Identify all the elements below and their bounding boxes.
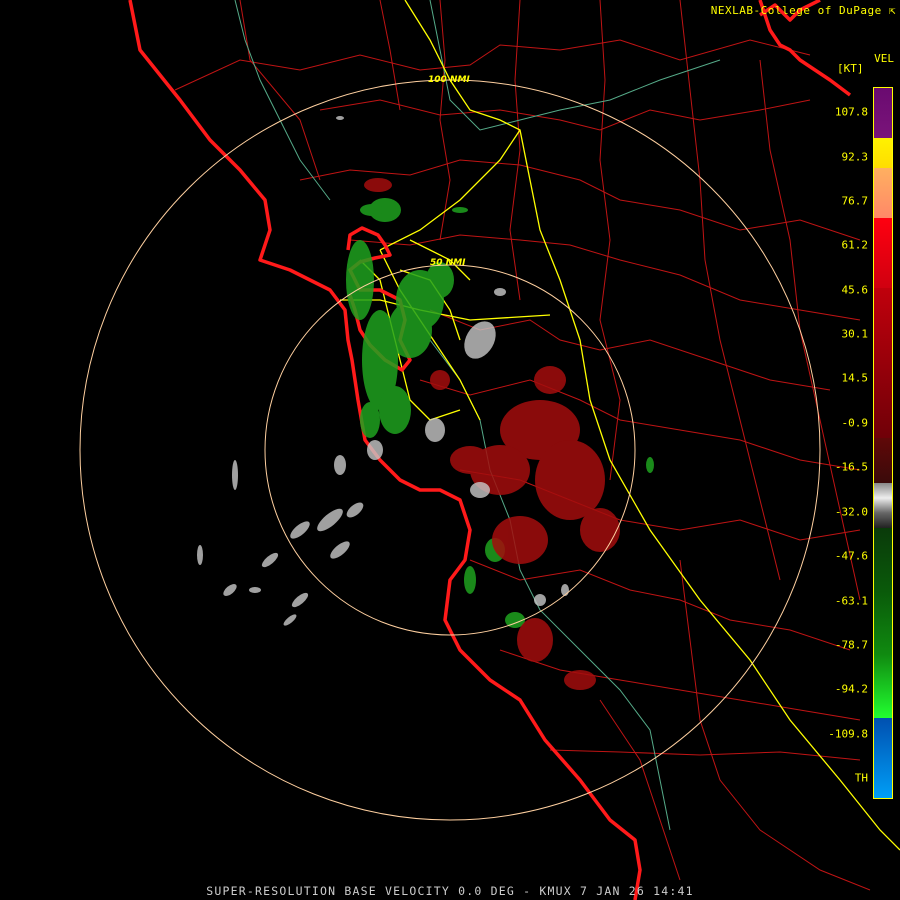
scale-label: -0.9 bbox=[841, 416, 869, 430]
scale-label: -16.5 bbox=[834, 460, 868, 474]
scale-label: 61.2 bbox=[841, 238, 869, 252]
scale-label: 14.5 bbox=[841, 371, 869, 385]
scale-label: -47.6 bbox=[834, 549, 868, 563]
scale-label: 45.6 bbox=[841, 283, 869, 297]
legend-variable: VEL bbox=[874, 52, 894, 65]
map-background bbox=[0, 0, 900, 900]
scale-label: 76.7 bbox=[841, 194, 869, 208]
legend-unit: [KT] bbox=[837, 62, 864, 75]
arrow-icon: ⇱ bbox=[881, 4, 896, 17]
range-label-inner: 50 NMI bbox=[430, 258, 466, 268]
color-bar bbox=[873, 87, 893, 799]
credit: NEXLAB-College of DuPage ⇱ bbox=[711, 4, 896, 17]
scale-label: -94.2 bbox=[834, 682, 868, 696]
scale-label: 107.8 bbox=[834, 105, 868, 119]
scale-label: -32.0 bbox=[834, 505, 868, 519]
radar-map bbox=[0, 0, 900, 900]
scale-label: -109.8 bbox=[828, 727, 868, 741]
credit-text: NEXLAB-College of DuPage bbox=[710, 4, 882, 17]
scale-label: -63.1 bbox=[834, 594, 868, 608]
scale-label: -78.7 bbox=[834, 638, 868, 652]
product-footer: SUPER-RESOLUTION BASE VELOCITY 0.0 DEG -… bbox=[206, 884, 694, 898]
scale-label: 30.1 bbox=[841, 327, 869, 341]
range-label-outer: 100 NMI bbox=[428, 75, 470, 85]
scale-label: TH bbox=[854, 771, 868, 785]
scale-label: 92.3 bbox=[841, 150, 869, 164]
